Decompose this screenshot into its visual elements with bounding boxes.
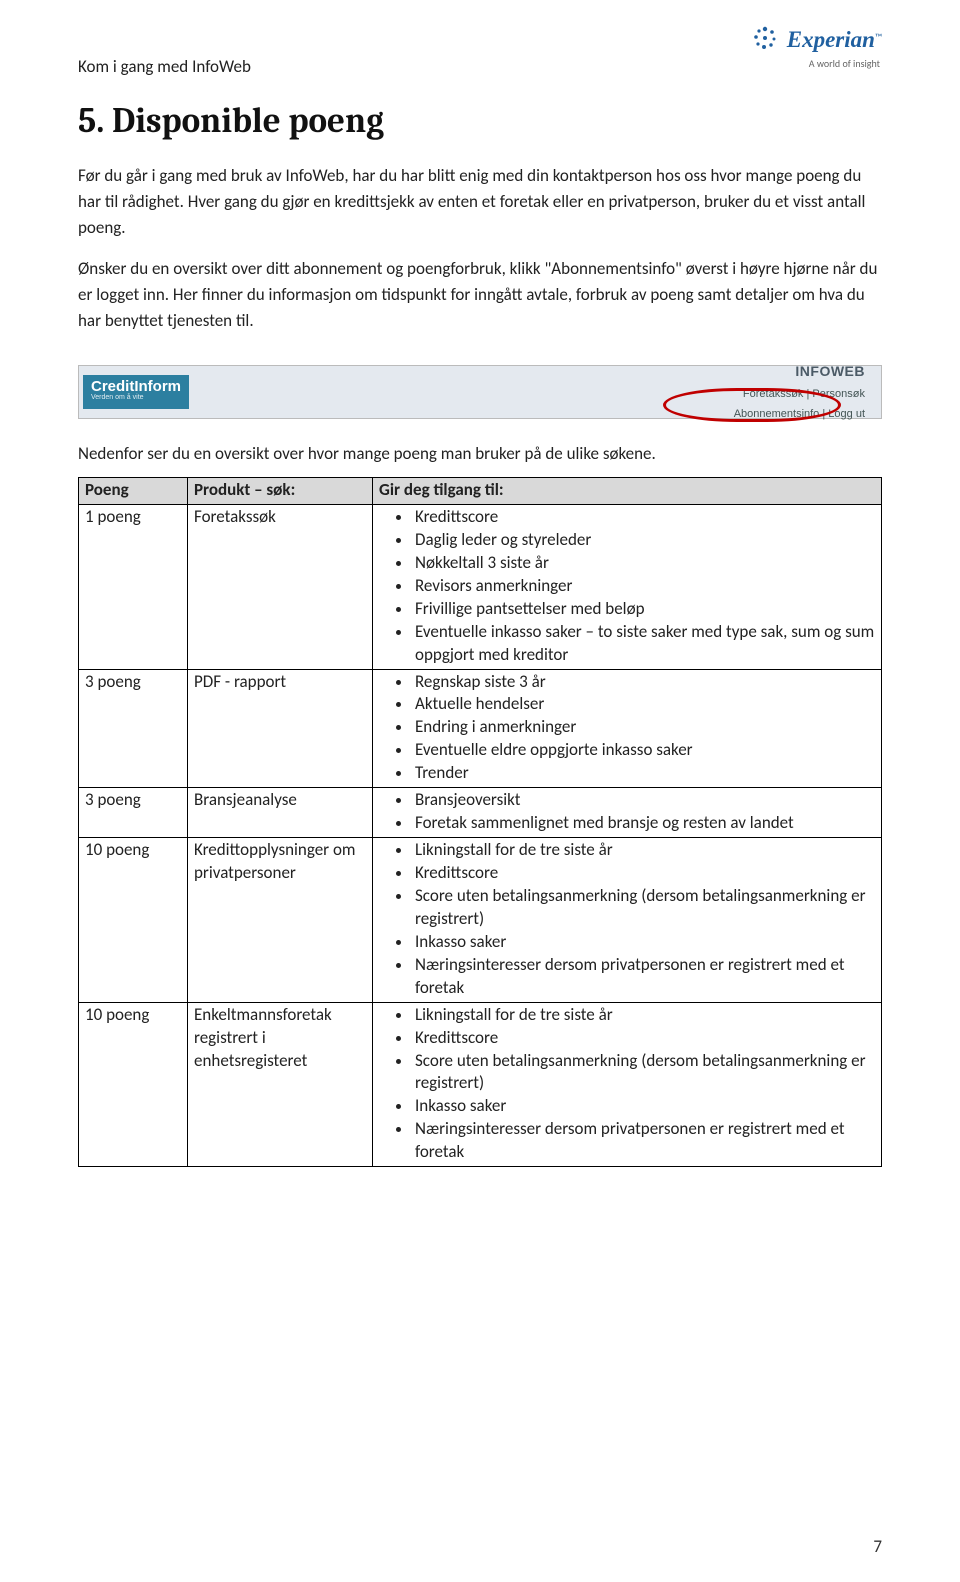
experian-logo: Experian™ A world of insight xyxy=(753,22,882,71)
ci-name: CreditInform xyxy=(91,378,181,395)
banner-links-row-1: Foretakssøk | Personsøk xyxy=(743,386,865,403)
th-poeng: Poeng xyxy=(79,478,188,505)
list-item: Score uten betalingsanmerkning (dersom b… xyxy=(413,1050,875,1096)
list-item: Revisors anmerkninger xyxy=(413,575,875,598)
infoweb-label: INFOWEB xyxy=(795,361,865,383)
link-foretakssok[interactable]: Foretakssøk xyxy=(743,388,804,400)
list-item: Foretak sammenlignet med bransje og rest… xyxy=(413,812,875,835)
th-produkt: Produkt – søk: xyxy=(188,478,373,505)
logo-brand-text: Experian xyxy=(787,27,875,52)
intro-paragraph-1: Før du går i gang med bruk av InfoWeb, h… xyxy=(78,163,882,242)
doc-title: Kom i gang med InfoWeb xyxy=(78,36,251,80)
logo-tagline: A world of insight xyxy=(753,56,882,72)
list-item: Inkasso saker xyxy=(413,1095,875,1118)
cell-poeng: 10 poeng xyxy=(79,838,188,1003)
cell-poeng: 3 poeng xyxy=(79,669,188,788)
cell-poeng: 10 poeng xyxy=(79,1002,188,1167)
infoweb-banner: CreditInform Verden om å vite INFOWEB Fo… xyxy=(78,365,882,419)
cell-tilgang: BransjeoversiktForetak sammenlignet med … xyxy=(373,788,882,838)
cell-poeng: 3 poeng xyxy=(79,788,188,838)
list-item: Likningstall for de tre siste år xyxy=(413,1004,875,1027)
cell-produkt: Foretakssøk xyxy=(188,504,373,669)
table-intro: Nedenfor ser du en oversikt over hvor ma… xyxy=(78,441,882,467)
table-header-row: Poeng Produkt – søk: Gir deg tilgang til… xyxy=(79,478,882,505)
banner-links-row-2: Abonnementsinfo | Logg ut xyxy=(734,406,865,423)
cell-tilgang: Regnskap siste 3 årAktuelle hendelserEnd… xyxy=(373,669,882,788)
table-row: 3 poengBransjeanalyseBransjeoversiktFore… xyxy=(79,788,882,838)
poeng-table: Poeng Produkt – søk: Gir deg tilgang til… xyxy=(78,477,882,1167)
cell-poeng: 1 poeng xyxy=(79,504,188,669)
list-item: Aktuelle hendelser xyxy=(413,693,875,716)
link-abonnementsinfo[interactable]: Abonnementsinfo xyxy=(734,408,820,420)
list-item: Kredittscore xyxy=(413,506,875,529)
creditinform-badge: CreditInform Verden om å vite xyxy=(83,375,189,409)
list-item: Næringsinteresser dersom privatpersonen … xyxy=(413,954,875,1000)
list-item: Trender xyxy=(413,762,875,785)
cell-produkt: Kredittopplysninger om privatpersoner xyxy=(188,838,373,1003)
cell-tilgang: Likningstall for de tre siste årKreditts… xyxy=(373,838,882,1003)
list-item: Daglig leder og styreleder xyxy=(413,529,875,552)
table-row: 10 poengEnkeltmannsforetak registrert i … xyxy=(79,1002,882,1167)
table-row: 10 poengKredittopplysninger om privatper… xyxy=(79,838,882,1003)
cell-produkt: PDF - rapport xyxy=(188,669,373,788)
cell-produkt: Bransjeanalyse xyxy=(188,788,373,838)
page-number: 7 xyxy=(873,1534,882,1560)
list-item: Regnskap siste 3 år xyxy=(413,671,875,694)
list-item: Kredittscore xyxy=(413,1027,875,1050)
list-item: Likningstall for de tre siste år xyxy=(413,839,875,862)
link-personsok[interactable]: Personsøk xyxy=(812,388,865,400)
list-item: Kredittscore xyxy=(413,862,875,885)
list-item: Inkasso saker xyxy=(413,931,875,954)
cell-tilgang: KredittscoreDaglig leder og styrelederNø… xyxy=(373,504,882,669)
table-row: 3 poengPDF - rapportRegnskap siste 3 årA… xyxy=(79,669,882,788)
th-tilgang: Gir deg tilgang til: xyxy=(373,478,882,505)
list-item: Frivillige pantsettelser med beløp xyxy=(413,598,875,621)
cell-tilgang: Likningstall for de tre siste årKreditts… xyxy=(373,1002,882,1167)
page-header: Kom i gang med InfoWeb Experian™ A world… xyxy=(78,36,882,80)
list-item: Endring i anmerkninger xyxy=(413,716,875,739)
list-item: Næringsinteresser dersom privatpersonen … xyxy=(413,1118,875,1164)
logo-dots-icon xyxy=(753,26,777,50)
intro-paragraph-2: Ønsker du en oversikt over ditt abonneme… xyxy=(78,256,882,335)
list-item: Bransjeoversikt xyxy=(413,789,875,812)
link-logg-ut[interactable]: Logg ut xyxy=(828,408,865,420)
table-row: 1 poengForetakssøkKredittscoreDaglig led… xyxy=(79,504,882,669)
list-item: Eventuelle inkasso saker – to siste sake… xyxy=(413,621,875,667)
list-item: Nøkkeltall 3 siste år xyxy=(413,552,875,575)
cell-produkt: Enkeltmannsforetak registrert i enhetsre… xyxy=(188,1002,373,1167)
list-item: Score uten betalingsanmerkning (dersom b… xyxy=(413,885,875,931)
section-heading: 5. Disponible poeng xyxy=(78,94,882,148)
list-item: Eventuelle eldre oppgjorte inkasso saker xyxy=(413,739,875,762)
ci-sub: Verden om å vite xyxy=(91,394,181,401)
